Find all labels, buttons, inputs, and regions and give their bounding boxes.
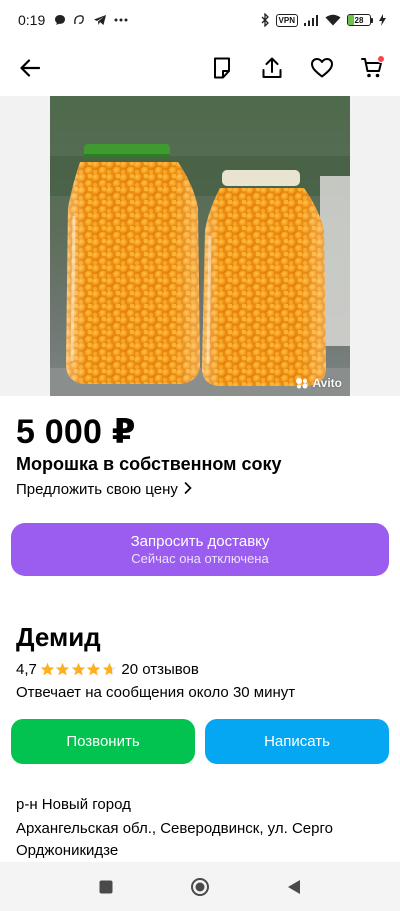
telegram-icon [93, 14, 107, 26]
cart-badge [377, 55, 385, 63]
avito-watermark: Avito [295, 376, 342, 390]
battery-fill [348, 15, 355, 25]
status-time: 0:19 [18, 12, 46, 28]
star-icon [102, 662, 117, 677]
offer-price-label: Предложить свою цену [16, 481, 178, 498]
bluetooth-icon [261, 13, 270, 27]
listing-title: Морошка в собственном соку [16, 454, 282, 474]
note-icon[interactable] [206, 52, 238, 84]
address: Архангельская обл., Северодвинск, ул. Се… [16, 820, 333, 859]
back-triangle-icon[interactable] [282, 875, 306, 899]
offer-price-link[interactable]: Предложить свою цену [16, 481, 192, 498]
status-bar: 0:19 VPN 28 [0, 0, 400, 40]
signal-icon [304, 14, 319, 26]
star-icon [40, 662, 55, 677]
home-circle-icon[interactable] [188, 875, 212, 899]
chevron-right-icon [184, 481, 192, 498]
photo-gallery[interactable]: Avito [0, 96, 400, 396]
chat-bubble-icon [54, 14, 66, 26]
cart-icon[interactable] [356, 52, 388, 84]
response-time: Отвечает на сообщения около 30 минут [16, 684, 296, 701]
a-app-icon [73, 14, 86, 26]
battery-level: 28 [354, 15, 364, 25]
rating-stars [40, 662, 118, 677]
rating-value: 4,7 [16, 661, 37, 678]
seller-name[interactable]: Демид [16, 622, 101, 653]
top-app-bar [0, 40, 400, 96]
product-photo[interactable]: Avito [50, 96, 350, 396]
watermark-text: Avito [312, 376, 342, 390]
vpn-badge: VPN [275, 13, 298, 27]
back-arrow-icon[interactable] [16, 54, 44, 82]
district: р-н Новый город [16, 796, 131, 813]
star-icon [86, 662, 101, 677]
price: 5 000 ₽ [16, 413, 136, 451]
heart-icon[interactable] [306, 52, 338, 84]
write-button[interactable]: Написать [205, 719, 389, 764]
more-dots-icon [114, 18, 128, 22]
star-icon [55, 662, 70, 677]
call-button[interactable]: Позвонить [11, 719, 195, 764]
recents-square-icon[interactable] [94, 875, 118, 899]
delivery-button-label: Запросить доставку [130, 532, 270, 550]
battery-icon: 28 [347, 14, 373, 26]
reviews-count: 20 отзывов [121, 661, 199, 678]
star-icon [71, 662, 86, 677]
wifi-icon [325, 14, 341, 26]
charging-bolt-icon [379, 14, 386, 26]
delivery-button-sublabel: Сейчас она отключена [131, 550, 269, 566]
seller-rating[interactable]: 4,7 20 отзывов [16, 661, 199, 678]
system-nav-bar [0, 862, 400, 911]
request-delivery-button[interactable]: Запросить доставку Сейчас она отключена [11, 523, 389, 576]
share-icon[interactable] [256, 52, 288, 84]
